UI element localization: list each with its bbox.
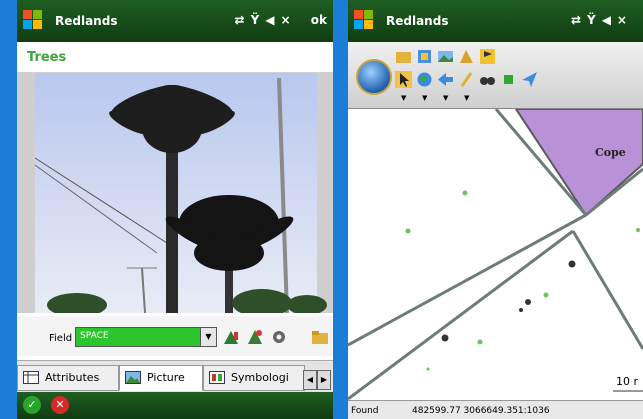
- field-dropdown-value: SPACE: [80, 331, 109, 341]
- map-toolbar: ▼ ▼ ▼ ▼: [348, 42, 643, 109]
- send-arrow-icon[interactable]: [521, 71, 538, 88]
- layer-header: Trees: [17, 42, 333, 73]
- right-phone-screen: Redlands ⇄Ÿ◀× ▼ ▼ ▼ ▼ Cope 10 r Found 48…: [348, 0, 643, 419]
- chevron-down-icon[interactable]: ▼: [200, 328, 216, 346]
- triangle-tool-icon[interactable]: [246, 328, 264, 346]
- layer-name: Trees: [27, 50, 67, 65]
- dropdown-arrow-icon[interactable]: ▼: [443, 94, 448, 102]
- right-titlebar: Redlands ⇄Ÿ◀×: [348, 0, 643, 42]
- select-pointer-icon[interactable]: [395, 71, 412, 88]
- road-line: [348, 229, 574, 400]
- tab-label: Picture: [147, 371, 185, 384]
- tab-scroll-buttons: ◀ ▶: [303, 367, 331, 390]
- field-dropdown[interactable]: SPACE ▼: [75, 327, 217, 347]
- field-label: Field: [49, 333, 73, 344]
- app-title: Redlands: [55, 14, 118, 28]
- status-icons: ⇄Ÿ◀× ok: [235, 13, 327, 27]
- scale-label: 10 r: [616, 375, 639, 388]
- tab-label: Attributes: [45, 371, 100, 384]
- tab-picture[interactable]: Picture: [119, 365, 203, 391]
- gear-icon[interactable]: [270, 328, 288, 346]
- tab-attributes[interactable]: Attributes: [17, 365, 119, 391]
- green-square-icon[interactable]: [500, 71, 517, 88]
- tab-label: Symbologi: [231, 371, 289, 384]
- windows-start-icon[interactable]: [354, 10, 374, 30]
- scroll-right-icon[interactable]: ▶: [317, 370, 331, 390]
- dropdown-arrow-icon[interactable]: ▼: [422, 94, 427, 102]
- tree-photo: [17, 73, 333, 313]
- app-title: Redlands: [386, 14, 449, 28]
- speaker-mute-icon: ◀×: [265, 13, 297, 27]
- gps-icon[interactable]: [458, 48, 475, 65]
- sync-icon: ⇄: [234, 13, 251, 27]
- ok-button[interactable]: ok: [311, 13, 327, 27]
- left-titlebar: Redlands ⇄Ÿ◀× ok: [17, 0, 333, 42]
- sync-icon: ⇄: [570, 13, 587, 27]
- left-bottom-bar: ✓ ✕: [17, 392, 333, 419]
- road-line: [348, 213, 587, 347]
- field-row: Field SPACE ▼: [17, 316, 333, 356]
- tree-points: [405, 190, 640, 371]
- folder-open-icon[interactable]: [311, 328, 329, 346]
- layers-icon[interactable]: [416, 48, 433, 65]
- cancel-button[interactable]: ✕: [51, 396, 69, 414]
- map-view[interactable]: Cope 10 r: [348, 109, 643, 400]
- palm-tree-picture: [17, 73, 333, 313]
- speaker-mute-icon: ◀×: [601, 13, 633, 27]
- dropdown-arrow-icon[interactable]: ▼: [464, 94, 469, 102]
- globe-icon[interactable]: [356, 59, 392, 95]
- status-label: Found: [351, 406, 379, 416]
- identify-globe-icon[interactable]: [416, 71, 433, 88]
- left-phone-screen: Redlands ⇄Ÿ◀× ok Trees Field SPACE ▼ Att…: [17, 0, 333, 419]
- map-label: Cope: [595, 146, 626, 159]
- map-layer-icon[interactable]: [437, 48, 454, 65]
- chart-tool-icon[interactable]: [222, 328, 240, 346]
- flag-icon[interactable]: [479, 48, 496, 65]
- tab-symbology[interactable]: Symbologi: [203, 365, 305, 391]
- coordinate-readout: 482599.77 3066649.351:1036: [412, 406, 550, 416]
- dropdown-arrow-icon[interactable]: ▼: [401, 94, 406, 102]
- parcel-polygon: [514, 109, 643, 217]
- windows-start-icon[interactable]: [23, 10, 43, 30]
- arrow-left-icon[interactable]: [437, 71, 454, 88]
- tab-bar: Attributes Picture Symbologi ◀ ▶: [17, 360, 333, 393]
- road-line: [571, 230, 643, 350]
- symbology-icon: [209, 371, 225, 384]
- accept-button[interactable]: ✓: [23, 396, 41, 414]
- status-bar: Found 482599.77 3066649.351:1036: [348, 400, 643, 419]
- status-icons: ⇄Ÿ◀×: [571, 13, 633, 27]
- pencil-icon[interactable]: [458, 71, 475, 88]
- no-signal-icon: Ÿ: [587, 13, 602, 27]
- no-signal-icon: Ÿ: [250, 13, 266, 27]
- scroll-left-icon[interactable]: ◀: [303, 370, 317, 390]
- folder-icon[interactable]: [395, 48, 412, 65]
- table-icon: [23, 371, 39, 384]
- picture-icon: [125, 371, 141, 384]
- binoculars-icon[interactable]: [479, 71, 496, 88]
